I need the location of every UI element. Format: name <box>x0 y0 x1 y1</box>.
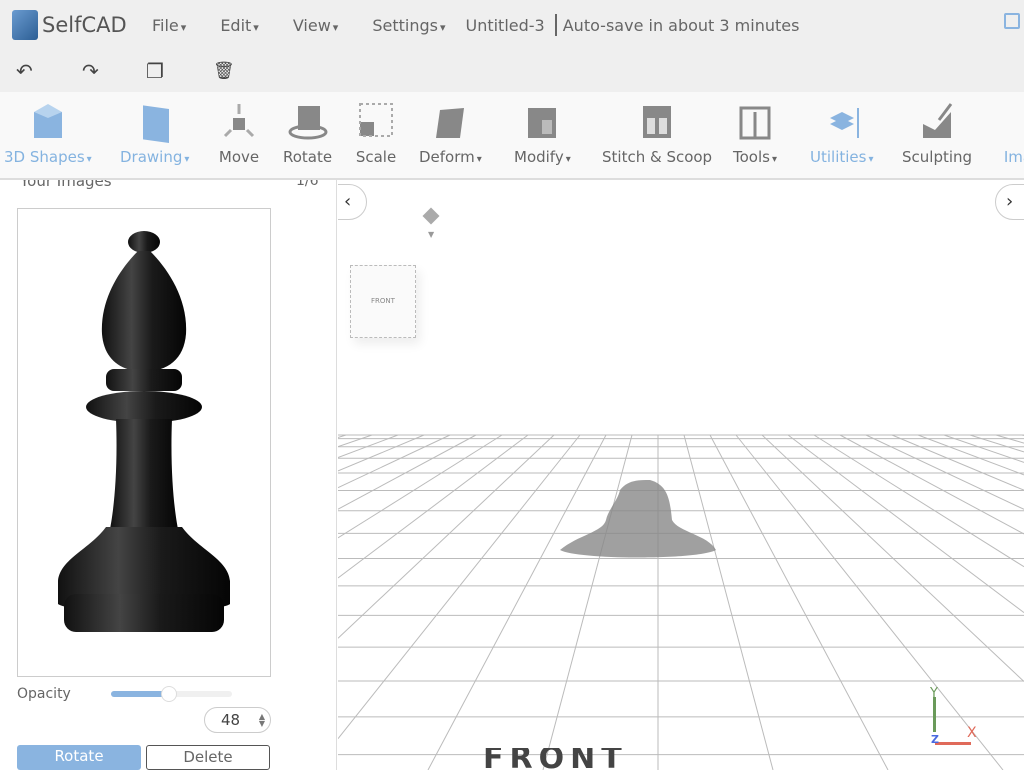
panel-title: Your Images <box>20 180 112 190</box>
grid-line <box>338 435 528 578</box>
view-cube[interactable]: FRONT <box>350 265 416 338</box>
document-title[interactable]: Untitled-3 <box>465 16 544 35</box>
menu-bar: SelfCAD File Edit View Settings Untitled… <box>0 0 1024 50</box>
ima-icon <box>996 100 1024 144</box>
opacity-value: 48 <box>221 711 240 729</box>
grid-line <box>684 435 773 770</box>
tool-label: Utilities <box>810 148 874 169</box>
reference-image[interactable] <box>17 208 271 677</box>
tool-label: Modify <box>514 148 571 169</box>
z-axis-label: Z <box>931 733 939 746</box>
y-axis <box>933 697 936 732</box>
grid-line <box>338 435 502 538</box>
redo-icon[interactable]: ↷ <box>82 60 99 82</box>
utilities-icon <box>820 100 864 144</box>
grid-line <box>338 435 476 509</box>
stepper-arrows-icon[interactable]: ▲▼ <box>259 713 265 727</box>
grid-line <box>543 435 632 770</box>
undo-icon[interactable]: ↶ <box>16 60 33 82</box>
menu-settings[interactable]: Settings <box>372 16 445 35</box>
tool-label: Rotate <box>283 148 332 166</box>
opacity-stepper[interactable]: 48 ▲▼ <box>204 707 271 733</box>
copy-icon[interactable]: ❐ <box>146 60 164 82</box>
quick-action-bar: ↶ ↷ ❐ 🗑 <box>0 50 1024 92</box>
grid-line <box>338 435 450 488</box>
grid-line <box>736 435 1003 770</box>
rotate-icon <box>286 100 330 144</box>
tool-drawing[interactable]: Drawing <box>120 100 189 169</box>
images-panel: Your Images 1/6 Opacity 48 ▲▼ Rotate Dele… <box>0 180 337 770</box>
grid-line <box>428 435 606 770</box>
3d-viewport[interactable]: ‹ › ▼ FRONT FRONT Y X Z <box>338 180 1024 770</box>
menu-edit[interactable]: Edit <box>220 16 259 35</box>
tool-label: Move <box>217 148 261 166</box>
rotate-button[interactable]: Rotate <box>17 745 141 770</box>
modify-icon <box>520 100 564 144</box>
delete-button[interactable]: Delete <box>146 745 270 770</box>
tool-label: Ima <box>996 148 1024 166</box>
selfcad-logo-icon <box>12 10 38 40</box>
grid-floor <box>338 180 1024 770</box>
tools-icon <box>733 100 777 144</box>
tool-rotate[interactable]: Rotate <box>283 100 332 166</box>
app-name: SelfCAD <box>42 13 127 37</box>
opacity-slider[interactable] <box>111 691 232 697</box>
chevron-down-icon[interactable]: ▼ <box>428 230 434 240</box>
floor-label: FRONT <box>483 748 628 770</box>
grid-line <box>338 435 372 447</box>
save-icon[interactable] <box>1004 13 1020 29</box>
grid-line <box>892 435 1024 490</box>
move-icon <box>217 100 261 144</box>
tool-sculpting[interactable]: Sculpting <box>902 100 972 166</box>
grid-line <box>866 435 1024 509</box>
stitch-scoop-icon <box>635 100 679 144</box>
divider <box>555 14 557 36</box>
deform-icon <box>428 100 472 144</box>
main-toolbar: 3D Shapes Drawing Move Rotate Scale Deform Mod… <box>0 92 1024 180</box>
grid-line <box>338 435 580 739</box>
tool-tools[interactable]: Tools <box>733 100 777 169</box>
tool-label: Tools <box>733 148 777 169</box>
y-axis-label: Y <box>930 686 938 701</box>
drawing-icon <box>133 100 177 144</box>
slider-handle[interactable] <box>161 686 177 702</box>
logo[interactable]: SelfCAD <box>12 10 152 40</box>
grid-line <box>338 435 554 638</box>
opacity-label: Opacity <box>17 686 71 703</box>
tool-label: Sculpting <box>902 148 972 166</box>
grid-line <box>840 435 1024 534</box>
tool-label: Drawing <box>120 148 189 169</box>
grid-line <box>970 435 1024 452</box>
3d-shapes-icon <box>26 100 70 144</box>
image-count: 1/6 <box>296 180 319 190</box>
scale-icon <box>354 100 398 144</box>
tool-3d-shapes[interactable]: 3D Shapes <box>4 100 92 169</box>
tool-modify[interactable]: Modify <box>514 100 571 169</box>
sculpting-icon <box>915 100 959 144</box>
tool-ima[interactable]: Ima <box>996 100 1024 166</box>
grid-line <box>918 435 1024 475</box>
menu-file[interactable]: File <box>152 16 186 35</box>
chess-bishop-image <box>18 209 270 676</box>
x-axis-label: X <box>967 725 977 741</box>
tool-stitch-scoop[interactable]: Stitch & Scoop <box>602 100 712 166</box>
expand-right-panel-button[interactable]: › <box>995 184 1024 220</box>
chess-pawn-model <box>560 480 716 558</box>
tool-scale[interactable]: Scale <box>354 100 398 166</box>
tool-deform[interactable]: Deform <box>419 100 482 169</box>
grid-line <box>814 435 1024 567</box>
tool-label: 3D Shapes <box>4 148 92 169</box>
autosave-status: Auto-save in about 3 minutes <box>563 16 800 35</box>
tool-label: Scale <box>354 148 398 166</box>
tool-utilities[interactable]: Utilities <box>810 100 874 169</box>
x-axis <box>935 742 971 745</box>
tool-move[interactable]: Move <box>217 100 261 166</box>
menu-view[interactable]: View <box>293 16 339 35</box>
trash-icon[interactable]: 🗑 <box>213 60 235 82</box>
tool-label: Stitch & Scoop <box>602 148 712 166</box>
grid-line <box>710 435 888 770</box>
tool-label: Deform <box>419 148 482 169</box>
